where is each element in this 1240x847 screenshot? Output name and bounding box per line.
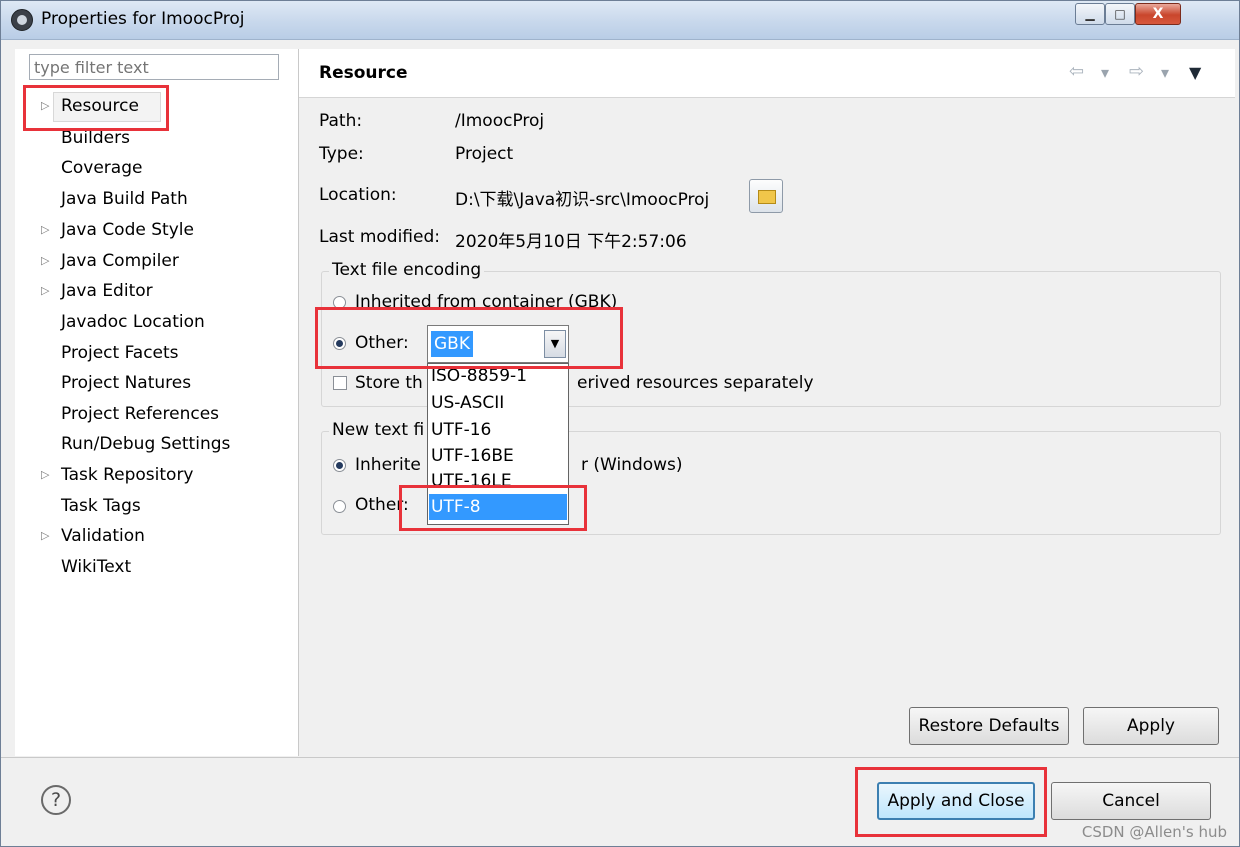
filter-input[interactable]: [29, 54, 279, 80]
help-icon[interactable]: ?: [41, 785, 71, 815]
tree-item-javadoc-location[interactable]: Javadoc Location: [61, 312, 205, 332]
text-encoding-group-title: Text file encoding: [329, 260, 485, 280]
tree-item-java-build-path[interactable]: Java Build Path: [61, 189, 188, 209]
inherited-delimiter-label[interactable]: Inherite: [355, 455, 421, 475]
title-bar: Properties for ImoocProj ▁ □ X: [1, 1, 1239, 40]
highlight-box-encoding: [315, 307, 623, 369]
tree-item-project-references[interactable]: Project References: [61, 404, 219, 424]
path-label: Path:: [319, 111, 363, 131]
close-button[interactable]: X: [1135, 3, 1181, 25]
encoding-option[interactable]: UTF-16BE: [431, 446, 514, 466]
expand-arrow-icon[interactable]: ▷: [41, 254, 49, 267]
expand-arrow-icon[interactable]: ▷: [41, 223, 49, 236]
path-value: /ImoocProj: [455, 111, 545, 131]
show-in-explorer-button[interactable]: [749, 179, 783, 213]
apply-button[interactable]: Apply: [1083, 707, 1219, 745]
view-menu-icon[interactable]: ▼: [1189, 63, 1201, 82]
tree-item-project-natures[interactable]: Project Natures: [61, 373, 191, 393]
forward-menu-icon[interactable]: ▾: [1161, 63, 1169, 82]
tree-item-java-editor[interactable]: Java Editor: [61, 281, 153, 301]
tree-item-coverage[interactable]: Coverage: [61, 158, 142, 178]
restore-defaults-button[interactable]: Restore Defaults: [909, 707, 1069, 745]
tree-item-task-tags[interactable]: Task Tags: [61, 496, 141, 516]
type-label: Type:: [319, 144, 364, 164]
cancel-button[interactable]: Cancel: [1051, 782, 1211, 820]
encoding-option[interactable]: ISO-8859-1: [431, 366, 527, 386]
store-encoding-label[interactable]: Store th: [355, 373, 423, 393]
preference-tree-panel: ▷ Resource Builders Coverage Java Build …: [15, 49, 299, 756]
page-title: Resource: [319, 63, 408, 83]
store-encoding-label-rest[interactable]: erived resources separately: [577, 373, 814, 393]
last-modified-value: 2020年5月10日 下午2:57:06: [455, 232, 687, 252]
tree-item-wikitext[interactable]: WikiText: [61, 557, 131, 577]
line-delimiter-group-title: New text fi: [329, 420, 428, 440]
minimize-button[interactable]: ▁: [1075, 3, 1105, 25]
forward-arrow-icon[interactable]: ⇨: [1129, 61, 1144, 82]
window-title: Properties for ImoocProj: [41, 9, 245, 29]
tree-item-run-debug-settings[interactable]: Run/Debug Settings: [61, 434, 230, 454]
maximize-button[interactable]: □: [1105, 3, 1135, 25]
encoding-option[interactable]: US-ASCII: [431, 393, 504, 413]
tree-item-java-compiler[interactable]: Java Compiler: [61, 251, 179, 271]
last-modified-label: Last modified:: [319, 227, 440, 247]
encoding-option[interactable]: UTF-16: [431, 420, 491, 440]
highlight-box-resource: [23, 85, 169, 131]
page-header: Resource ⇦ ▾ ⇨ ▾ ▼: [299, 49, 1235, 98]
highlight-box-apply-close: [855, 767, 1047, 837]
eclipse-icon: [11, 9, 33, 31]
tree-item-validation[interactable]: Validation: [61, 526, 145, 546]
inherited-delimiter-label-rest[interactable]: r (Windows): [581, 455, 683, 475]
other-delimiter-radio[interactable]: [333, 500, 346, 513]
tree-item-builders[interactable]: Builders: [61, 128, 130, 148]
bottom-separator: [1, 757, 1239, 758]
expand-arrow-icon[interactable]: ▷: [41, 284, 49, 297]
watermark-text: CSDN @Allen's hub: [1081, 823, 1227, 841]
tree-item-java-code-style[interactable]: Java Code Style: [61, 220, 194, 240]
expand-arrow-icon[interactable]: ▷: [41, 529, 49, 542]
type-value: Project: [455, 144, 514, 164]
expand-arrow-icon[interactable]: ▷: [41, 468, 49, 481]
location-label: Location:: [319, 185, 397, 205]
back-arrow-icon[interactable]: ⇦: [1069, 61, 1084, 82]
highlight-box-utf8: [399, 485, 587, 531]
tree-item-project-facets[interactable]: Project Facets: [61, 343, 179, 363]
properties-dialog: Properties for ImoocProj ▁ □ X ▷ Resourc…: [0, 0, 1240, 847]
location-value: D:\下载\Java初识-src\ImoocProj: [455, 190, 710, 210]
tree-item-task-repository[interactable]: Task Repository: [61, 465, 194, 485]
back-menu-icon[interactable]: ▾: [1101, 63, 1109, 82]
inherited-delimiter-radio[interactable]: [333, 459, 346, 472]
store-encoding-checkbox[interactable]: [333, 376, 347, 390]
